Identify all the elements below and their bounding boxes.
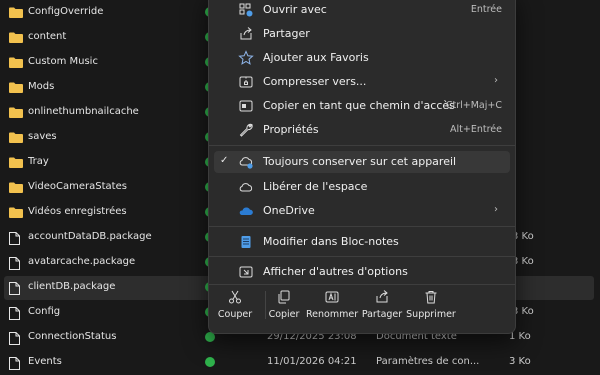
file-name: content (28, 31, 67, 42)
share-button[interactable]: Partager (356, 289, 408, 329)
cut-button[interactable]: Couper (209, 289, 261, 329)
rename-button[interactable]: Renommer (306, 289, 358, 329)
chevron-right-icon: › (494, 75, 498, 86)
menu-item-always-keep[interactable]: ✓ Toujours conserver sur cet appareil (214, 151, 510, 173)
file-name: avatarcache.package (28, 256, 136, 267)
menu-divider (209, 226, 515, 227)
file-name: saves (28, 131, 57, 142)
folder-icon (9, 82, 23, 93)
file-type: Paramètres de con... (376, 356, 480, 367)
file-name: ConnectionStatus (28, 331, 117, 342)
delete-button[interactable]: Supprimer (405, 289, 457, 329)
file-icon (9, 232, 20, 245)
zip-icon (239, 76, 253, 88)
file-name: clientDB.package (28, 281, 116, 292)
file-icon (9, 282, 20, 295)
share-icon (376, 290, 388, 303)
folder-icon (9, 182, 23, 193)
menu-item-properties[interactable]: Propriétés Alt+Entrée (214, 119, 510, 141)
menu-item-more-options[interactable]: Afficher d'autres d'options (214, 261, 510, 283)
menu-divider (209, 256, 515, 257)
menu-item-open-with[interactable]: Ouvrir avec Entrée (214, 0, 510, 21)
rename-icon (325, 291, 339, 303)
file-name: Custom Music (28, 56, 98, 67)
file-name: Vidéos enregistrées (28, 206, 127, 217)
open-with-icon (239, 3, 253, 17)
onedrive-icon (239, 207, 253, 215)
copy-icon (278, 290, 290, 304)
star-icon (238, 50, 254, 65)
copy-button[interactable]: Copier (258, 289, 310, 329)
cloud-sync-icon (239, 157, 253, 169)
menu-item-copy-path[interactable]: Copier en tant que chemin d'accès Ctrl+M… (214, 95, 510, 117)
file-name: VideoCameraStates (28, 181, 127, 192)
menu-item-free-space[interactable]: Libérer de l'espace (214, 176, 510, 198)
copy-path-icon (239, 100, 253, 112)
menu-item-share[interactable]: Partager (214, 23, 510, 45)
menu-item-onedrive[interactable]: OneDrive › (214, 200, 510, 222)
file-name: Config (28, 306, 61, 317)
share-icon (240, 27, 252, 40)
file-date: 11/01/2026 04:21 (267, 356, 357, 367)
folder-icon (9, 157, 23, 168)
file-size: 3 Ko (509, 356, 531, 367)
file-icon (9, 257, 20, 270)
file-name: onlinethumbnailcache (28, 106, 139, 117)
sync-status-icon (205, 357, 215, 367)
file-name: Tray (28, 156, 49, 167)
folder-icon (9, 107, 23, 118)
file-name: Events (28, 356, 62, 367)
file-icon (9, 357, 20, 370)
file-row[interactable]: Events 11/01/2026 04:21 Paramètres de co… (4, 351, 594, 375)
cloud-icon (239, 183, 253, 192)
folder-icon (9, 32, 23, 43)
more-options-icon (239, 266, 253, 278)
folder-icon (9, 57, 23, 68)
checkmark-icon: ✓ (220, 155, 229, 166)
folder-icon (9, 7, 23, 18)
file-icon (9, 332, 20, 345)
folder-icon (9, 207, 23, 218)
file-name: ConfigOverride (28, 6, 104, 17)
trash-icon (425, 291, 437, 304)
menu-item-edit-notepad[interactable]: Modifier dans Bloc-notes (214, 231, 510, 253)
folder-icon (9, 132, 23, 143)
menu-divider (209, 145, 515, 146)
menu-item-compress[interactable]: Compresser vers... › (214, 71, 510, 93)
quick-actions-bar: Couper Copier Renommer Partager Supprime… (209, 281, 515, 333)
chevron-right-icon: › (494, 204, 498, 215)
file-name: accountDataDB.package (28, 231, 152, 242)
file-name: Mods (28, 81, 55, 92)
file-icon (9, 307, 20, 320)
wrench-icon (239, 123, 253, 137)
menu-item-add-favorites[interactable]: Ajouter aux Favoris (214, 47, 510, 69)
cut-icon (229, 290, 241, 304)
context-menu: Ouvrir avec Entrée Partager Ajouter aux … (208, 0, 516, 334)
notepad-icon (241, 236, 251, 248)
